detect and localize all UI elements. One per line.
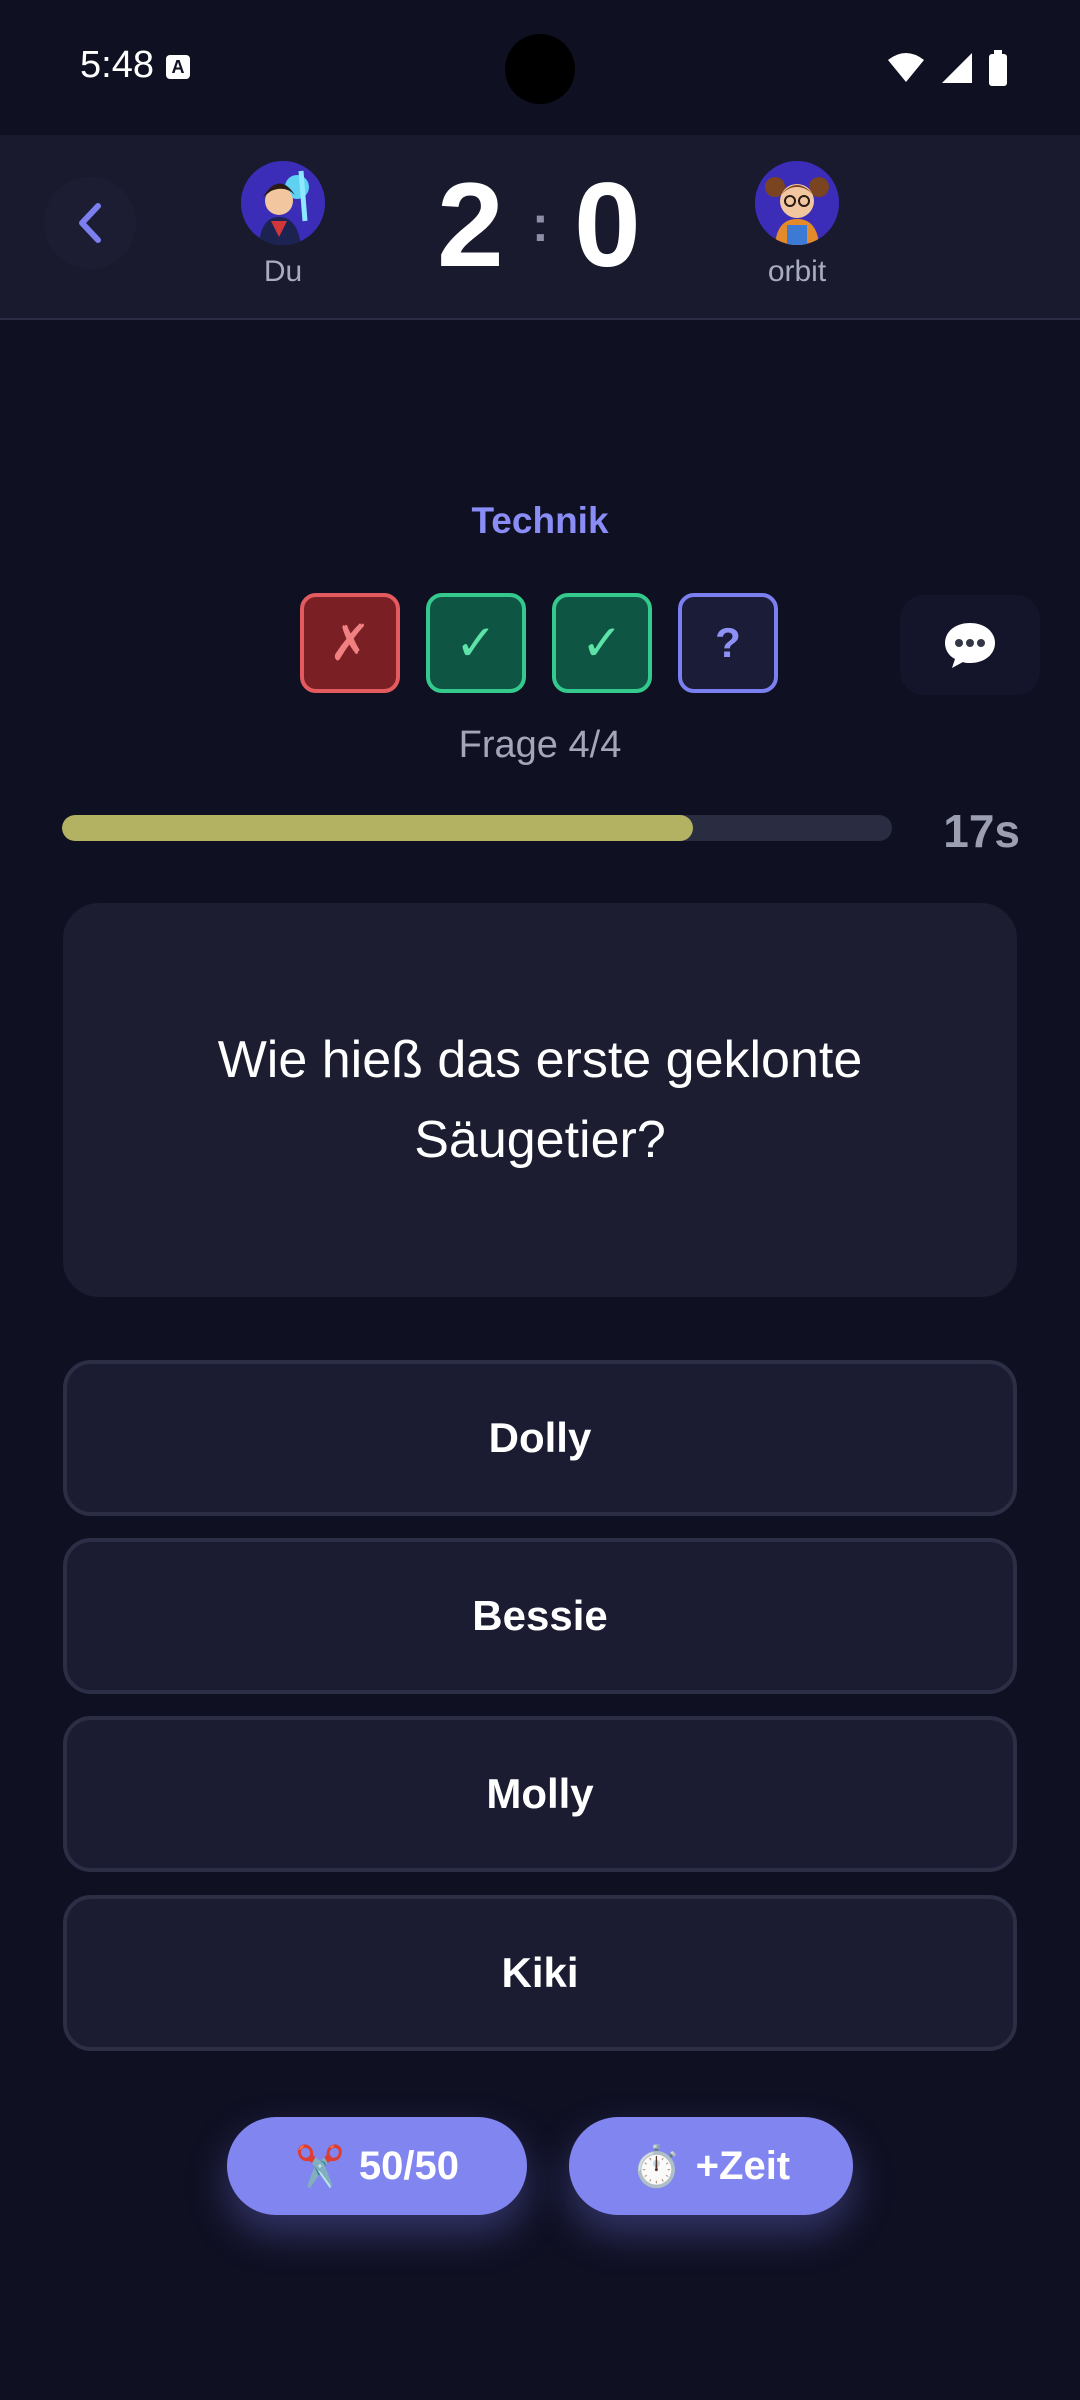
question-result-wrong: ✗ xyxy=(300,593,400,693)
question-result-correct: ✓ xyxy=(426,593,526,693)
player-name-right: orbit xyxy=(767,255,827,288)
opponent-avatar xyxy=(755,161,839,245)
timer-bar-fill xyxy=(62,815,693,841)
fifty-fifty-label: 50/50 xyxy=(358,2143,459,2188)
player-name-left: Du xyxy=(263,255,303,288)
chevron-left-icon xyxy=(79,203,101,243)
status-bar: 5:48 A xyxy=(0,0,1080,135)
answer-option[interactable]: Kiki xyxy=(63,1895,1017,2051)
answer-option[interactable]: Dolly xyxy=(63,1360,1017,1516)
score-separator: : xyxy=(532,196,549,252)
answer-option[interactable]: Bessie xyxy=(63,1538,1017,1694)
status-icons xyxy=(886,48,1008,88)
extra-time-joker-button[interactable]: ⏱️ +Zeit xyxy=(569,2117,853,2215)
question-text: Wie hieß das erste geklonte Säugetier? xyxy=(217,1031,863,1169)
status-time: 5:48 xyxy=(80,44,154,86)
score-left: 2 xyxy=(437,158,504,292)
stopwatch-icon: ⏱️ xyxy=(631,2144,682,2189)
chat-button[interactable] xyxy=(900,595,1040,695)
timer-bar xyxy=(62,815,892,841)
scissors-icon: ✂️ xyxy=(295,2144,345,2189)
back-button[interactable] xyxy=(44,177,136,269)
player-avatar xyxy=(241,161,325,245)
question-counter: Frage 4/4 xyxy=(458,724,622,766)
battery-icon xyxy=(989,50,1007,86)
chat-bubble-icon xyxy=(945,623,995,668)
signal-icon xyxy=(942,53,972,83)
question-result-correct: ✓ xyxy=(552,593,652,693)
answer-option[interactable]: Molly xyxy=(63,1716,1017,1872)
extra-time-label: +Zeit xyxy=(695,2143,791,2188)
keyboard-indicator-icon: A xyxy=(166,55,190,79)
match-header: Du 2 : 0 orbit xyxy=(0,135,1080,320)
question-result-current: ? xyxy=(678,593,778,693)
wifi-icon xyxy=(888,53,924,82)
timer-remaining: 17s xyxy=(943,805,1020,857)
question-card: Wie hieß das erste geklonte Säugetier? xyxy=(63,903,1017,1297)
score-right: 0 xyxy=(574,158,641,292)
camera-cutout xyxy=(505,34,575,104)
fifty-fifty-joker-button[interactable]: ✂️ 50/50 xyxy=(227,2117,527,2215)
quiz-category: Technik xyxy=(471,500,609,541)
